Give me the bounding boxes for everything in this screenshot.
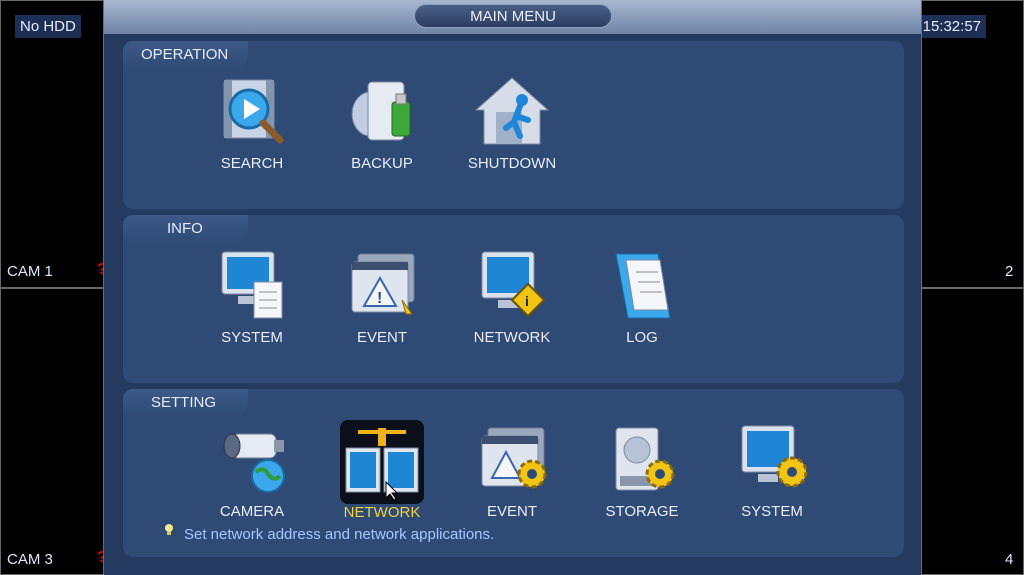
log-icon bbox=[600, 250, 684, 324]
hdd-status: No HDD bbox=[15, 15, 81, 38]
info-system-item[interactable]: SYSTEM bbox=[197, 250, 307, 346]
network-setting-icon bbox=[340, 420, 424, 504]
cam-label-4: 4 bbox=[1005, 551, 1014, 568]
operation-backup-label: BACKUP bbox=[351, 155, 413, 172]
cam-label-3: CAM 3 bbox=[7, 551, 53, 568]
storage-icon bbox=[600, 424, 684, 498]
setting-storage-label: STORAGE bbox=[605, 503, 679, 520]
cam-label-1: CAM 1 bbox=[7, 263, 53, 280]
info-event-label: EVENT bbox=[356, 329, 407, 346]
setting-event-item[interactable]: EVENT bbox=[457, 424, 567, 520]
operation-backup-item[interactable]: BACKUP bbox=[327, 76, 437, 172]
shutdown-icon bbox=[470, 76, 554, 150]
menu-titlebar: MAIN MENU bbox=[104, 0, 921, 34]
hint-text: Set network address and network applicat… bbox=[184, 526, 495, 543]
operation-shutdown-label: SHUTDOWN bbox=[467, 155, 557, 172]
operation-title: OPERATION bbox=[123, 41, 248, 69]
info-log-item[interactable]: LOG bbox=[587, 250, 697, 346]
setting-system-label: SYSTEM bbox=[741, 503, 803, 520]
setting-title: SETTING bbox=[123, 389, 248, 417]
lightbulb-icon bbox=[165, 524, 173, 535]
backup-icon bbox=[340, 76, 424, 150]
info-event-item[interactable]: ! EVENT bbox=[327, 250, 437, 346]
operation-search-item[interactable]: SEARCH bbox=[197, 76, 307, 172]
info-network-label: NETWORK bbox=[473, 329, 551, 346]
setting-network-item[interactable]: NETWORK bbox=[327, 420, 437, 521]
setting-event-label: EVENT bbox=[486, 503, 537, 520]
svg-text:i: i bbox=[525, 293, 529, 309]
setting-storage-item[interactable]: STORAGE bbox=[587, 424, 697, 520]
info-system-label: SYSTEM bbox=[221, 329, 283, 346]
clock: 15:32:57 bbox=[917, 15, 986, 38]
info-log-label: LOG bbox=[626, 329, 658, 346]
system-info-icon bbox=[210, 250, 294, 324]
network-info-icon: i bbox=[470, 250, 554, 324]
event-info-icon: ! bbox=[340, 250, 424, 324]
operation-search-label: SEARCH bbox=[220, 155, 284, 172]
menu-title: MAIN MENU bbox=[414, 4, 612, 28]
setting-camera-item[interactable]: CAMERA bbox=[197, 424, 307, 520]
system-setting-icon bbox=[730, 424, 814, 498]
operation-panel: OPERATION SEARCH BACKUP SHUTDOWN bbox=[123, 41, 904, 209]
search-icon bbox=[210, 76, 294, 150]
operation-shutdown-item[interactable]: SHUTDOWN bbox=[457, 76, 567, 172]
info-network-item[interactable]: i NETWORK bbox=[457, 250, 567, 346]
main-menu-window: MAIN MENU OPERATION SEARCH BACKUP SHUTDO… bbox=[103, 0, 922, 575]
setting-network-label: NETWORK bbox=[343, 504, 421, 521]
svg-text:!: ! bbox=[377, 290, 382, 307]
info-panel: INFO SYSTEM ! EVENT i NETWORK LOG bbox=[123, 215, 904, 383]
camera-icon bbox=[210, 424, 294, 498]
info-title: INFO bbox=[123, 215, 248, 243]
setting-camera-label: CAMERA bbox=[219, 503, 285, 520]
event-setting-icon bbox=[470, 424, 554, 498]
cam-label-2: 2 bbox=[1005, 263, 1014, 280]
setting-system-item[interactable]: SYSTEM bbox=[717, 424, 827, 520]
